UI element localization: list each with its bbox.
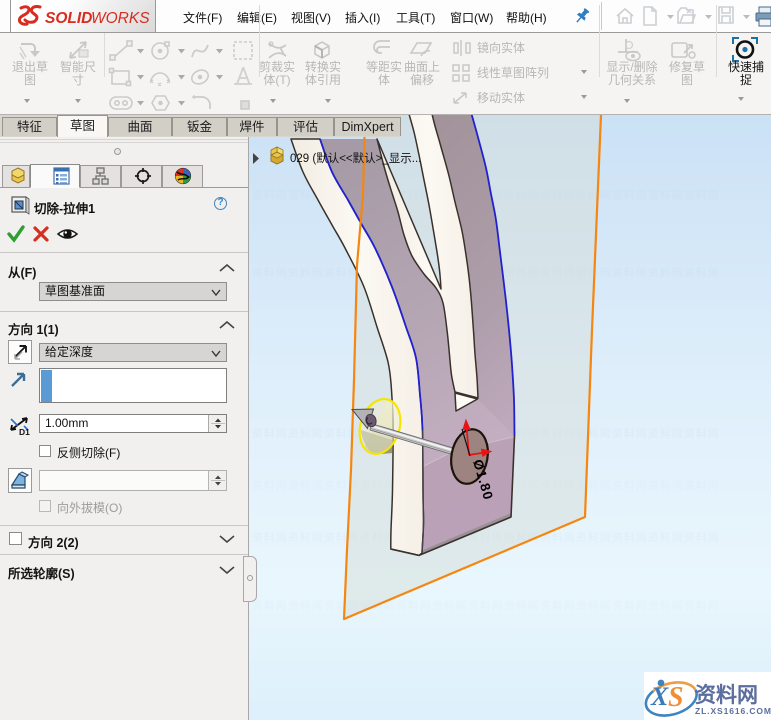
svg-text:D1: D1 xyxy=(19,427,30,436)
svg-text:ZL.XS1616.COM: ZL.XS1616.COM xyxy=(695,706,771,716)
svg-text:SOLID: SOLID xyxy=(45,10,92,27)
svg-text:S: S xyxy=(668,682,684,713)
svg-text:资料网资料网资料网资料网资料网资料网资料网资料网资料网资料网: 资料网资料网资料网资料网资料网资料网资料网资料网资料网资料网资料网资料网资料网 xyxy=(252,599,720,612)
svg-text:X: X xyxy=(650,682,669,711)
svg-text:029 (默认<<默认>_显示...: 029 (默认<<默认>_显示... xyxy=(290,152,421,165)
svg-text:WORKS: WORKS xyxy=(91,10,150,27)
svg-text:资料网: 资料网 xyxy=(695,684,758,707)
